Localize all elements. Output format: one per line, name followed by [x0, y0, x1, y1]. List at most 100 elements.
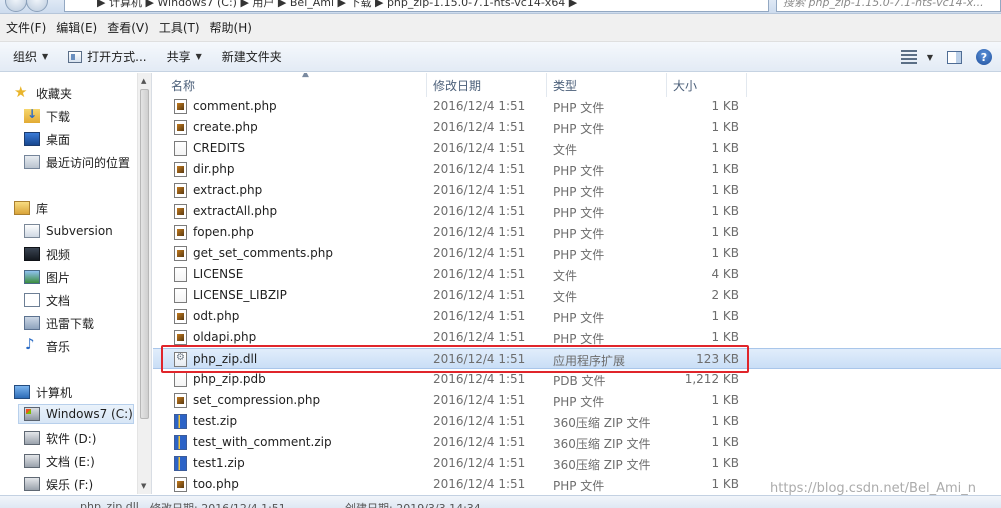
star-icon — [14, 83, 30, 101]
file-row[interactable]: php_zip.dll 2016/12/4 1:51 应用程序扩展 123 KB — [153, 348, 1001, 369]
file-row[interactable]: test_with_comment.zip 2016/12/4 1:51 360压缩… — [153, 432, 1001, 453]
help-icon[interactable]: ? — [976, 49, 992, 65]
menu-bar: 文件(F) 编辑(E) 查看(V) 工具(T) 帮助(H) — [0, 14, 1001, 42]
nav-drive-c-label: Windows7 (C:) — [46, 407, 133, 421]
nav-pictures[interactable]: 图片 — [24, 267, 70, 287]
column-header-size[interactable]: 大小 — [667, 73, 747, 97]
file-type: PHP 文件 — [553, 227, 605, 241]
file-name: dir.php — [193, 162, 235, 176]
file-date: 2016/12/4 1:51 — [433, 352, 526, 366]
nav-documents[interactable]: 文档 — [24, 290, 70, 310]
nav-libraries[interactable]: 库 — [14, 198, 48, 218]
nav-desktop[interactable]: 桌面 — [24, 129, 70, 149]
nav-drive-c[interactable]: Windows7 (C:) — [18, 404, 134, 424]
nav-scrollbar[interactable]: ▲ ▼ — [137, 73, 151, 494]
view-options-icon[interactable] — [900, 50, 917, 64]
column-header-date[interactable]: 修改日期 — [427, 73, 547, 97]
file-row[interactable]: test1.zip 2016/12/4 1:51 360压缩 ZIP 文件 1 KB — [153, 453, 1001, 474]
file-row[interactable]: oldapi.php 2016/12/4 1:51 PHP 文件 1 KB — [153, 327, 1001, 348]
file-row[interactable]: create.php 2016/12/4 1:51 PHP 文件 1 KB — [153, 117, 1001, 138]
nav-thunder-downloads[interactable]: 迅雷下载 — [24, 313, 94, 333]
php-file-icon — [174, 477, 187, 492]
file-row[interactable]: dir.php 2016/12/4 1:51 PHP 文件 1 KB — [153, 159, 1001, 180]
nav-documents-label: 文档 — [46, 293, 71, 308]
nav-videos[interactable]: 视频 — [24, 244, 70, 264]
search-input[interactable]: 搜索 php_zip-1.15.0-7.1-nts-vc14-x... — [776, 0, 1001, 12]
chevron-down-icon[interactable]: ▼ — [927, 53, 933, 62]
file-date: 2016/12/4 1:51 — [433, 393, 526, 407]
nav-drive-f[interactable]: 娱乐 (F:) — [24, 474, 93, 494]
file-row[interactable]: get_set_comments.php 2016/12/4 1:51 PHP 文件… — [153, 243, 1001, 264]
file-size: 1 KB — [711, 204, 739, 218]
nav-drive-e[interactable]: 文档 (E:) — [24, 451, 95, 471]
menu-view[interactable]: 查看(V) — [105, 19, 157, 36]
file-size: 1 KB — [711, 120, 739, 134]
details-pane: php_zip.dll 修改日期: 2016/12/4 1:51 创建日期: 2… — [0, 495, 1001, 508]
details-modified: 修改日期: 2016/12/4 1:51 — [150, 500, 286, 508]
file-name: fopen.php — [193, 225, 254, 239]
nav-music-label: 音乐 — [46, 339, 71, 354]
file-date: 2016/12/4 1:51 — [433, 162, 526, 176]
file-row[interactable]: set_compression.php 2016/12/4 1:51 PHP 文件 1… — [153, 390, 1001, 411]
menu-tools[interactable]: 工具(T) — [157, 19, 208, 36]
share-button[interactable]: 共享 ▼ — [160, 46, 209, 68]
file-row[interactable]: extract.php 2016/12/4 1:51 PHP 文件 1 KB — [153, 180, 1001, 201]
file-row[interactable]: test.zip 2016/12/4 1:51 360压缩 ZIP 文件 1 KB — [153, 411, 1001, 432]
scroll-up-icon[interactable]: ▲ — [141, 77, 146, 85]
php-file-icon — [174, 225, 187, 240]
menu-file[interactable]: 文件(F) — [4, 19, 54, 36]
file-size: 1 KB — [711, 309, 739, 323]
back-button[interactable] — [5, 0, 27, 12]
column-name-label: 名称 — [171, 78, 196, 93]
file-size: 123 KB — [696, 352, 739, 366]
nav-favorites[interactable]: 收藏夹 — [14, 83, 72, 103]
file-name: LICENSE — [193, 267, 244, 281]
file-row[interactable]: fopen.php 2016/12/4 1:51 PHP 文件 1 KB — [153, 222, 1001, 243]
organize-button[interactable]: 组织 ▼ — [6, 46, 55, 68]
file-date: 2016/12/4 1:51 — [433, 288, 526, 302]
new-folder-button[interactable]: 新建文件夹 — [215, 46, 289, 68]
file-row[interactable]: php_zip.pdb 2016/12/4 1:51 PDB 文件 1,212 KB — [153, 369, 1001, 390]
file-row[interactable]: odt.php 2016/12/4 1:51 PHP 文件 1 KB — [153, 306, 1001, 327]
file-row[interactable]: extractAll.php 2016/12/4 1:51 PHP 文件 1 KB — [153, 201, 1001, 222]
file-type: 文件 — [553, 269, 578, 283]
nav-subversion[interactable]: Subversion — [24, 221, 113, 241]
preview-pane-icon[interactable] — [947, 50, 962, 64]
menu-edit[interactable]: 编辑(E) — [54, 19, 105, 36]
column-size-label: 大小 — [673, 78, 698, 93]
address-path: ▶ 计算机 ▶ Windows7 (C:) ▶ 用户 ▶ Bel_Ami ▶ 下… — [97, 0, 578, 9]
file-row[interactable]: comment.php 2016/12/4 1:51 PHP 文件 1 KB — [153, 96, 1001, 117]
recent-places-icon — [24, 155, 40, 169]
file-row[interactable]: CREDITS 2016/12/4 1:51 文件 1 KB — [153, 138, 1001, 159]
file-size: 1 KB — [711, 162, 739, 176]
nav-recent-label: 最近访问的位置 — [46, 155, 131, 170]
open-with-icon — [68, 50, 83, 63]
nav-favorites-label: 收藏夹 — [36, 86, 73, 101]
file-list: ▲ 名称 修改日期 类型 大小 comment.php 2016/12/4 1:5… — [153, 73, 1001, 494]
file-type: PHP 文件 — [553, 479, 605, 493]
nav-music[interactable]: 音乐 — [24, 335, 71, 356]
file-row[interactable]: LICENSE_LIBZIP 2016/12/4 1:51 文件 2 KB — [153, 285, 1001, 306]
address-field[interactable]: ▶ 计算机 ▶ Windows7 (C:) ▶ 用户 ▶ Bel_Ami ▶ 下… — [64, 0, 769, 12]
organize-label: 组织 — [13, 50, 38, 64]
menu-help[interactable]: 帮助(H) — [208, 19, 260, 36]
open-with-button[interactable]: 打开方式... — [61, 46, 153, 68]
computer-icon — [14, 385, 30, 399]
column-header-name[interactable]: ▲ 名称 — [165, 73, 427, 97]
nav-recent[interactable]: 最近访问的位置 — [24, 152, 130, 172]
subversion-icon — [24, 224, 40, 238]
forward-button[interactable] — [26, 0, 48, 12]
nav-downloads[interactable]: 下载 — [24, 106, 70, 126]
file-date: 2016/12/4 1:51 — [433, 456, 526, 470]
nav-scroll-thumb[interactable] — [140, 89, 149, 419]
file-name: test.zip — [193, 414, 238, 428]
nav-computer[interactable]: 计算机 — [14, 382, 72, 402]
file-type: 360压缩 ZIP 文件 — [553, 458, 651, 472]
file-name: extractAll.php — [193, 204, 278, 218]
column-header-type[interactable]: 类型 — [547, 73, 667, 97]
file-row[interactable]: LICENSE 2016/12/4 1:51 文件 4 KB — [153, 264, 1001, 285]
nav-drive-d[interactable]: 软件 (D:) — [24, 428, 96, 448]
file-name: create.php — [193, 120, 258, 134]
drive-icon — [24, 477, 40, 491]
scroll-down-icon[interactable]: ▼ — [141, 482, 146, 490]
